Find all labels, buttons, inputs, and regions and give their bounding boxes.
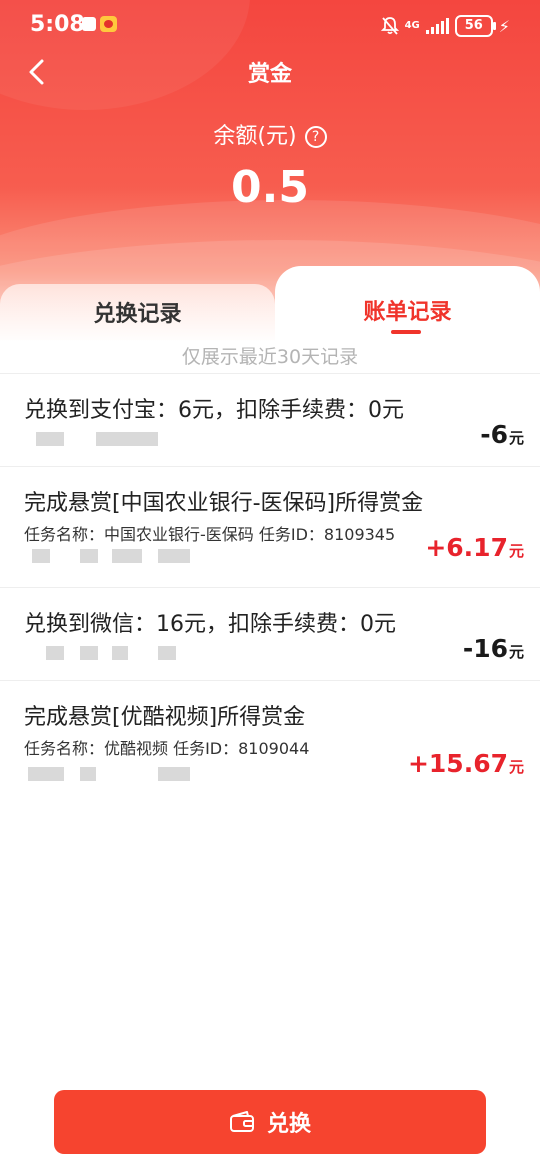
balance-label-row: 余额(元)? xyxy=(0,118,540,150)
balance-label: 余额(元) xyxy=(213,124,297,149)
record-title: 完成悬赏[优酷视频]所得赏金 xyxy=(24,705,306,730)
record-title: 兑换到微信：16元，扣除手续费：0元 xyxy=(24,612,396,637)
tab-label: 账单记录 xyxy=(363,300,452,325)
balance-value: 0.5 xyxy=(231,162,309,213)
record-subtitle: 任务名称：中国农业银行-医保码 任务ID：8109345 xyxy=(24,525,396,544)
exchange-button[interactable]: 兑换 xyxy=(54,1090,486,1154)
tab-label: 兑换记录 xyxy=(93,302,182,327)
list-item[interactable]: 兑换到支付宝：6元，扣除手续费：0元 -6元 xyxy=(0,374,540,467)
record-subtitle: 任务名称：优酷视频 任务ID：8109044 xyxy=(24,739,310,758)
record-title: 完成悬赏[中国农业银行-医保码]所得赏金 xyxy=(24,491,424,516)
status-time: 5:08 xyxy=(30,12,85,37)
tab-active-indicator xyxy=(391,330,421,334)
records-hint: 仅展示最近30天记录 xyxy=(181,346,359,368)
wallet-icon xyxy=(229,1111,254,1132)
list-item[interactable]: 完成悬赏[中国农业银行-医保码]所得赏金 任务名称：中国农业银行-医保码 任务I… xyxy=(0,467,540,588)
question-icon[interactable]: ? xyxy=(304,126,327,148)
tab-bill-records[interactable]: 账单记录 xyxy=(275,266,540,342)
network-type: 4G xyxy=(404,20,420,31)
tabs: 兑换记录 账单记录 xyxy=(0,266,540,342)
record-amount: -6元 xyxy=(480,420,524,449)
signal-icon xyxy=(425,18,449,34)
records-list: 兑换到支付宝：6元，扣除手续费：0元 -6元 完成悬赏[中国农业银行-医保码]所… xyxy=(0,373,540,801)
list-item[interactable]: 兑换到微信：16元，扣除手续费：0元 -16元 xyxy=(0,588,540,681)
battery-icon: 56 xyxy=(454,15,496,37)
tab-exchange-records[interactable]: 兑换记录 xyxy=(0,284,275,342)
page-title: 赏金 xyxy=(247,62,292,87)
huawei-app-icon xyxy=(82,17,96,31)
list-item[interactable]: 完成悬赏[优酷视频]所得赏金 任务名称：优酷视频 任务ID：8109044 +1… xyxy=(0,681,540,801)
record-amount: +15.67元 xyxy=(407,749,524,778)
record-amount: -16元 xyxy=(462,634,524,663)
exchange-button-label: 兑换 xyxy=(266,1112,311,1137)
weibo-app-icon xyxy=(100,16,117,32)
record-title: 兑换到支付宝：6元，扣除手续费：0元 xyxy=(24,398,404,423)
status-bar: 5:08 4G 56 ⚡ xyxy=(0,0,540,52)
charging-icon: ⚡ xyxy=(498,16,510,36)
bell-muted-icon xyxy=(380,16,399,36)
record-amount: +6.17元 xyxy=(425,533,524,562)
